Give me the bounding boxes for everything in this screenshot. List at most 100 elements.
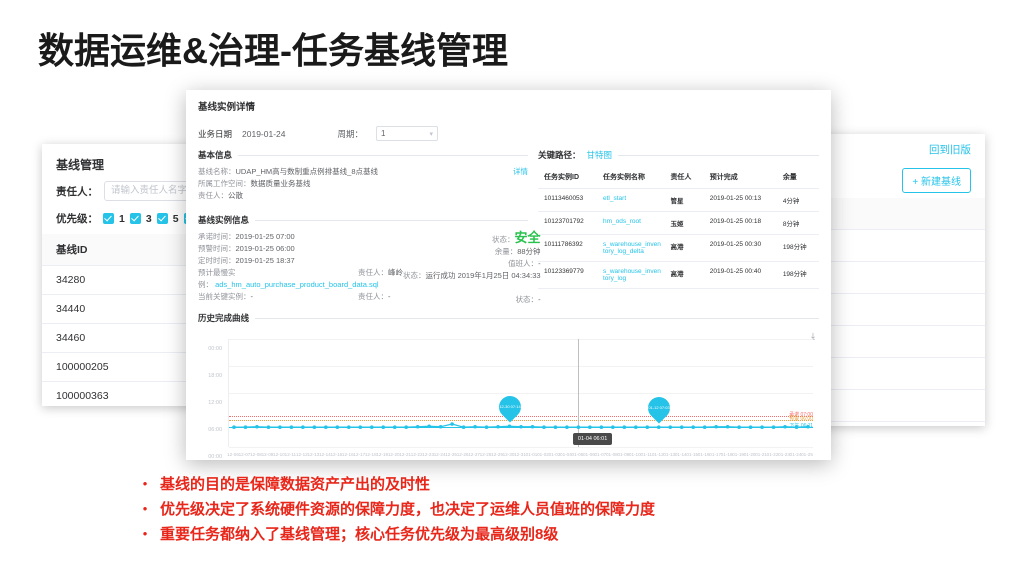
period-select[interactable]: 1 ▾ <box>376 126 438 141</box>
chart-x-tick-label: 12-30 <box>503 452 515 457</box>
chart-x-tick-label: 01-06 <box>583 452 595 457</box>
tasks-header-row: 任务实例ID 任务实例名称 责任人 预计完成 余量 <box>538 166 819 189</box>
slowest-instance-link[interactable]: ads_hm_auto_purchase_product_board_data.… <box>215 280 378 289</box>
chart-x-tick-label: 12-07 <box>239 452 251 457</box>
chart-x-tick-label: 01-01 <box>526 452 538 457</box>
tasks-table-body: 10113460053 etl_start 管星 2019-01-25 00:1… <box>538 189 819 289</box>
basic-info-section-header: 基本信息 <box>198 149 528 161</box>
current-key-instance-value: - <box>251 292 254 301</box>
cell-task-name[interactable]: s_warehouse_inventory_log <box>597 262 664 289</box>
chart-tooltip: 01-04 06:01 <box>573 433 612 445</box>
chart-x-tick-label: 12-10 <box>273 452 285 457</box>
chart-x-tick-label: 12-29 <box>491 452 503 457</box>
basic-info-row: 所属工作空间：数据质量业务基线 <box>198 178 528 190</box>
chart-x-tick-label: 12-06 <box>227 452 239 457</box>
table-row[interactable]: 10123701792 hm_ods_root 玉姬 2019-01-25 00… <box>538 212 819 235</box>
chart-x-tick-label: 01-22 <box>767 452 779 457</box>
chart-x-tick-label: 12-21 <box>399 452 411 457</box>
chart-x-tick-label: 12-24 <box>434 452 446 457</box>
chart-y-axis: 00:0018:0012:0006:0000:00 <box>198 339 226 447</box>
critical-path-table: 任务实例ID 任务实例名称 责任人 预计完成 余量 10113460053 et… <box>538 166 819 289</box>
instance-row: 状态：运行成功 2019年1月25日 04:34:33 <box>403 270 541 282</box>
cell-task-id: 10113460053 <box>538 189 597 212</box>
priority-filter-label: 优先级： <box>56 211 98 226</box>
dialog-meta-row: 业务日期 2019-01-24 周期： 1 ▾ <box>186 113 831 141</box>
new-baseline-button[interactable]: + 新建基线 <box>902 168 971 193</box>
chart-x-tick-label: 01-20 <box>744 452 756 457</box>
bullet-text: 优先级决定了系统硬件资源的保障力度，也决定了运维人员值班的保障力度 <box>160 499 655 520</box>
section-divider <box>255 220 528 221</box>
instance-info-title: 基线实例信息 <box>198 214 249 226</box>
chevron-down-icon: ▾ <box>430 130 434 138</box>
chart-x-tick-label: 12-09 <box>262 452 274 457</box>
priority-checkbox-1[interactable] <box>103 213 114 224</box>
basic-info-detail-link[interactable]: 详情 <box>513 166 528 177</box>
baseline-name-value: UDAP_HM高与数制重点例排基线_8点基线 <box>236 167 379 176</box>
chart-y-tick-label: 18:00 <box>208 373 222 379</box>
chart-x-tick-label: 01-17 <box>709 452 721 457</box>
workspace-value: 数据质量业务基线 <box>251 179 311 188</box>
chart-x-tick-label: 12-11 <box>285 452 296 457</box>
chart-x-tick-label: 12-13 <box>307 452 319 457</box>
column-header-baseline-id[interactable]: 基线ID <box>42 234 198 266</box>
cell-task-id: 10123369779 <box>538 262 597 289</box>
cell-expected-finish: 2019-01-25 00:13 <box>704 189 777 212</box>
priority-checkbox-5[interactable] <box>157 213 168 224</box>
period-select-value: 1 <box>381 129 385 138</box>
instance-row: 承诺时间：2019-01-25 07:00 <box>198 231 358 243</box>
chart-x-tick-label: 12-16 <box>342 452 354 457</box>
slowest-instance-prefix: 例： <box>198 280 213 289</box>
priority-checkbox-3[interactable] <box>130 213 141 224</box>
column-header-task-owner: 责任人 <box>664 166 703 189</box>
bullet-dot-icon: • <box>140 499 150 518</box>
chart-x-tick-label: 01-12 <box>652 452 664 457</box>
bullet-list: • 基线的目的是保障数据资产产出的及时性 • 优先级决定了系统硬件资源的保障力度… <box>140 474 655 549</box>
chart-x-tick-label: 12-31 <box>514 452 526 457</box>
history-chart-title: 历史完成曲线 <box>198 312 249 324</box>
slowest-owner-label: 责任人： <box>358 268 388 277</box>
table-row[interactable]: 10123369779 s_warehouse_inventory_log 高港… <box>538 262 819 289</box>
chart-x-tick-label: 12-14 <box>319 452 331 457</box>
column-header-task-instance-id: 任务实例ID <box>538 166 597 189</box>
chart-gridline <box>229 447 813 448</box>
history-chart: ⤓ 00:0018:0012:0006:0000:00 承诺 07:00预警 0… <box>198 329 819 460</box>
basic-info-row: 基线名称：UDAP_HM高与数制重点例排基线_8点基线 <box>198 166 528 178</box>
chart-x-tick-label: 01-15 <box>686 452 698 457</box>
cell-task-owner: 高港 <box>664 235 703 262</box>
instance-row: 当前关键实例：- <box>198 291 358 303</box>
chart-y-tick-label: 06:00 <box>208 427 222 433</box>
chart-x-tick-label: 12-12 <box>296 452 308 457</box>
chart-x-tick-label: 01-13 <box>663 452 675 457</box>
chart-y-tick-label: 12:00 <box>208 400 222 406</box>
instance-row <box>358 243 403 255</box>
table-row[interactable]: 10113460053 etl_start 管星 2019-01-25 00:1… <box>538 189 819 212</box>
chart-x-tick-label: 01-05 <box>572 452 584 457</box>
critical-path-title: 关键路径： <box>538 149 581 161</box>
cell-task-name[interactable]: etl_start <box>597 189 664 212</box>
commit-time-value: 2019-01-25 07:00 <box>236 232 295 241</box>
slide-root: 数据运维&治理-任务基线管理 基线管理 责任人： 请输入责任人名字/ID 优先级… <box>0 0 1013 570</box>
workspace-label: 所属工作空间： <box>198 179 251 188</box>
column-header-task-instance-name: 任务实例名称 <box>597 166 664 189</box>
cell-task-name[interactable]: s_warehouse_inventory_log_delta <box>597 235 664 262</box>
cell-task-name[interactable]: hm_ods_root <box>597 212 664 235</box>
chart-x-tick-label: 12-18 <box>365 452 377 457</box>
chart-x-tick-label: 01-24 <box>790 452 802 457</box>
cell-task-id: 10123701792 <box>538 212 597 235</box>
cell-task-owner: 玉姬 <box>664 212 703 235</box>
chart-series-完成时间 <box>229 339 813 447</box>
cell-baseline-id: 34440 <box>42 295 198 324</box>
bullet-dot-icon: • <box>140 474 150 493</box>
table-row[interactable]: 10111786392 s_warehouse_inventory_log_de… <box>538 235 819 262</box>
chart-x-tick-label: 12-22 <box>411 452 423 457</box>
chart-y-tick-label: 00:00 <box>208 346 222 352</box>
cell-margin: 198分钟 <box>777 235 819 262</box>
instance-info-section-header: 基线实例信息 <box>198 214 528 226</box>
gantt-chart-link[interactable]: 甘特图 <box>587 149 613 161</box>
back-to-old-version-link[interactable]: 回到旧版 <box>929 142 971 157</box>
dialog-right-column: 关键路径： 甘特图 任务实例ID 任务实例名称 责任人 预计完成 余量 <box>538 149 819 306</box>
chart-x-tick-label: 01-10 <box>629 452 641 457</box>
slowest-owner-value: 峰岭 <box>388 268 403 277</box>
basic-info-row: 责任人：公散 <box>198 190 528 202</box>
period-label: 周期： <box>338 128 364 140</box>
